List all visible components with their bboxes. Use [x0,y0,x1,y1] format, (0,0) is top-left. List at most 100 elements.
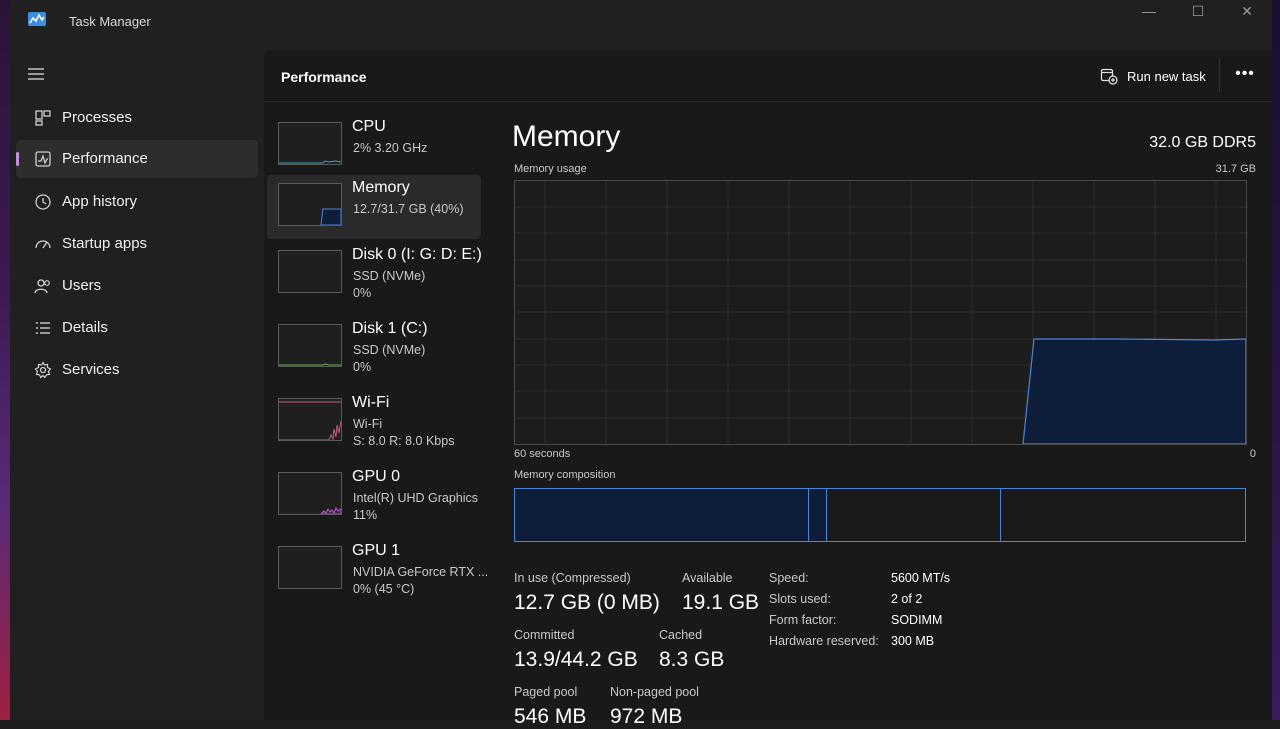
memory-usage-graph [514,180,1247,445]
speed-value: 5600 MT/s [891,571,951,585]
memory-composition-bar [514,488,1246,542]
form-factor-key: Form factor: [769,613,837,627]
sidebar-item-users[interactable]: Users [16,267,258,305]
in-use-value: 12.7 GB (0 MB) [514,591,660,614]
device-name: CPU [352,118,386,135]
composition-in-use [515,489,809,541]
memory-thumbnail-graph [278,183,342,226]
active-indicator [16,152,19,166]
sidebar-item-app-history[interactable]: App history [16,183,258,221]
sidebar-item-label: App history [62,193,138,210]
sidebar-item-processes[interactable]: Processes [16,99,258,137]
device-item-wifi[interactable]: Wi-Fi Wi-Fi S: 8.0 R: 8.0 Kbps [267,390,481,454]
services-gear-icon [34,361,52,379]
wifi-thumbnail-graph [278,398,342,441]
available-value: 19.1 GB [682,591,760,614]
header-divider [264,101,1272,102]
cached-label: Cached [659,628,703,642]
device-detail: 2% 3.20 GHz [353,141,428,155]
run-new-task-label: Run new task [1127,69,1206,84]
device-name: Wi-Fi [352,394,390,411]
page-title: Performance [281,69,367,85]
device-detail: SSD (NVMe) [353,269,426,283]
device-detail: 0% [353,286,372,300]
hamburger-menu-icon[interactable] [26,64,46,84]
composition-modified [809,489,827,541]
cpu-thumbnail-graph [278,122,342,165]
available-label: Available [682,571,733,585]
device-detail: NVIDIA GeForce RTX ... [353,565,489,579]
slots-used-value: 2 of 2 [891,592,923,606]
hardware-reserved-value: 300 MB [891,634,935,648]
paged-pool-value: 546 MB [514,705,587,728]
minimize-button[interactable]: — [1126,0,1172,24]
users-icon [34,279,50,294]
close-button[interactable]: ✕ [1224,0,1270,24]
device-detail: S: 8.0 R: 8.0 Kbps [353,434,455,448]
cached-value: 8.3 GB [659,648,725,671]
startup-speedometer-icon [35,240,51,249]
device-item-disk-0[interactable]: Disk 0 (I: G: D: E:) SSD (NVMe) 0% [267,242,482,306]
memory-usage-max: 31.7 GB [1215,163,1256,175]
memory-composition-label: Memory composition [514,469,616,481]
sidebar-item-details[interactable]: Details [16,309,258,347]
device-name: Disk 1 (C:) [352,320,428,337]
sidebar-item-label: Startup apps [62,235,148,252]
performance-panel: Performance Run new task ••• CPU 2% 3.20… [264,50,1272,728]
disk-0-thumbnail-graph [278,250,342,293]
graph-x-left-label: 60 seconds [514,448,571,460]
device-name: Disk 0 (I: G: D: E:) [352,246,482,263]
more-options-button[interactable]: ••• [1233,64,1257,88]
memory-usage-label: Memory usage [514,163,587,175]
slots-used-key: Slots used: [769,592,831,606]
sidebar-item-label: Users [62,277,102,294]
in-use-label: In use (Compressed) [514,571,631,585]
processes-grid-icon [35,110,51,126]
device-detail: SSD (NVMe) [353,343,426,357]
device-detail: 0% [353,360,372,374]
device-item-memory[interactable]: Memory 12.7/31.7 GB (40%) [267,175,481,239]
sidebar-item-performance[interactable]: Performance [16,140,258,178]
run-new-task-icon [1100,68,1118,85]
device-detail: 11% [353,508,378,522]
device-item-disk-1[interactable]: Disk 1 (C:) SSD (NVMe) 0% [267,316,481,380]
speed-key: Speed: [769,571,809,585]
form-factor-value: SODIMM [891,613,943,627]
paged-pool-label: Paged pool [514,685,578,699]
device-name: GPU 0 [352,468,401,485]
device-item-gpu-1[interactable]: GPU 1 NVIDIA GeForce RTX ... 0% (45 °C) [267,538,488,602]
desktop-wallpaper-right [1272,0,1280,720]
non-paged-pool-label: Non-paged pool [610,685,699,699]
history-clock-icon [35,194,51,210]
device-detail: Intel(R) UHD Graphics [353,491,479,505]
disk-1-thumbnail-graph [278,324,342,367]
window-title: Task Manager [69,14,151,29]
toolbar-divider [1219,58,1220,92]
composition-free [1002,489,1245,541]
graph-x-right-label: 0 [1249,448,1256,460]
title-bar[interactable]: Task Manager — ☐ ✕ [10,0,1272,48]
maximize-button[interactable]: ☐ [1175,0,1221,24]
gpu-1-thumbnail-graph [278,546,342,589]
gpu-0-thumbnail-graph [278,472,342,515]
device-item-cpu[interactable]: CPU 2% 3.20 GHz [267,114,481,178]
hardware-reserved-key: Hardware reserved: [769,634,879,648]
device-detail: 0% (45 °C) [353,582,415,596]
sidebar-item-label: Performance [62,150,148,167]
task-manager-window: Task Manager — ☐ ✕ Processes Performance… [10,0,1272,728]
memory-spec: 32.0 GB DDR5 [1149,134,1256,151]
sidebar-item-services[interactable]: Services [16,351,258,389]
device-name: Memory [352,179,410,196]
device-detail: 12.7/31.7 GB (40%) [353,202,464,216]
performance-chart-icon [35,151,51,167]
device-item-gpu-0[interactable]: GPU 0 Intel(R) UHD Graphics 11% [267,464,481,528]
details-list-icon [36,322,50,334]
sidebar-item-label: Details [62,319,108,336]
committed-value: 13.9/44.2 GB [514,648,638,671]
sidebar-item-startup-apps[interactable]: Startup apps [16,225,258,263]
sidebar-item-label: Services [62,361,120,378]
device-name: GPU 1 [352,542,401,559]
task-manager-app-icon [28,12,46,26]
non-paged-pool-value: 972 MB [610,705,683,728]
committed-label: Committed [514,628,575,642]
